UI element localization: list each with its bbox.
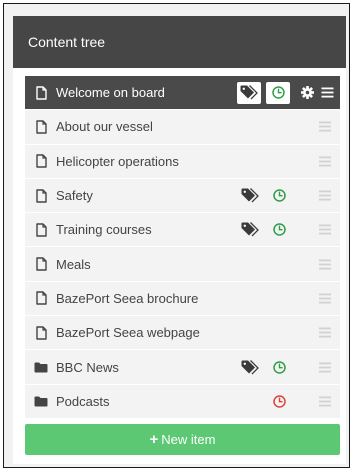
drag-handle-icon[interactable] xyxy=(318,190,332,202)
page-icon xyxy=(34,153,48,169)
page-icon xyxy=(34,188,48,204)
tree-item[interactable]: Helicopter operations xyxy=(25,144,340,179)
drag-handle-icon[interactable] xyxy=(318,258,332,270)
new-item-label: New item xyxy=(161,432,216,447)
drag-handle-icon[interactable] xyxy=(318,292,332,304)
page-icon xyxy=(34,325,48,341)
drag-handle-icon[interactable] xyxy=(318,121,332,133)
tree-item-label: Welcome on board xyxy=(56,85,165,101)
tree-item[interactable]: Meals xyxy=(25,247,340,282)
menu-icon[interactable] xyxy=(320,87,334,99)
page-icon xyxy=(34,222,48,238)
tree-item-label: Podcasts xyxy=(56,393,110,409)
tree-item-label: BazePort Seea webpage xyxy=(56,325,200,341)
drag-handle-icon[interactable] xyxy=(318,361,332,373)
drag-handle-icon[interactable] xyxy=(318,155,332,167)
drag-handle-icon[interactable] xyxy=(318,395,332,407)
tag-icon[interactable] xyxy=(240,221,260,239)
tree-item-label: About our vessel xyxy=(56,119,153,135)
tree-item-selected[interactable]: Welcome on board xyxy=(25,76,340,111)
tree-item[interactable]: BazePort Seea webpage xyxy=(25,316,340,351)
tree-item-label: Safety xyxy=(56,188,93,204)
tree-item-label: Meals xyxy=(56,256,91,272)
page-icon xyxy=(34,290,48,306)
plus-icon: + xyxy=(149,431,159,448)
page-icon xyxy=(34,85,48,101)
clock-icon[interactable] xyxy=(270,358,288,376)
content-tree-header: Content tree xyxy=(13,16,346,68)
tree-item-label: Training courses xyxy=(56,222,152,238)
tree-item[interactable]: Podcasts xyxy=(25,384,340,419)
clock-icon[interactable] xyxy=(270,187,288,205)
page-icon xyxy=(34,256,48,272)
tree-item[interactable]: BazePort Seea brochure xyxy=(25,281,340,317)
tree-item[interactable]: Safety xyxy=(25,178,340,214)
tree-item[interactable]: Training courses xyxy=(25,213,340,248)
folder-icon xyxy=(34,393,48,409)
tree-item-label: BazePort Seea brochure xyxy=(56,290,199,306)
page-icon xyxy=(34,119,48,135)
content-tree-panel: Welcome on board About our vessel Helicopt… xyxy=(13,68,346,464)
folder-icon xyxy=(34,359,48,375)
tag-icon[interactable] xyxy=(237,81,261,104)
drag-handle-icon[interactable] xyxy=(318,327,332,339)
drag-handle-icon[interactable] xyxy=(318,224,332,236)
tree-item[interactable]: About our vessel xyxy=(25,110,340,145)
clock-icon[interactable] xyxy=(270,392,288,410)
tree-item-label: BBC News xyxy=(56,359,119,375)
clock-icon[interactable] xyxy=(266,81,290,104)
tree-list: Welcome on board About our vessel Helicopt… xyxy=(25,76,340,419)
clock-icon[interactable] xyxy=(270,221,288,239)
new-item-button[interactable]: + New item xyxy=(25,424,340,455)
tag-icon[interactable] xyxy=(240,187,260,205)
tag-icon[interactable] xyxy=(240,358,260,376)
tree-item[interactable]: BBC News xyxy=(25,350,340,385)
tree-item-label: Helicopter operations xyxy=(56,153,179,169)
header-title: Content tree xyxy=(28,34,106,50)
gear-icon[interactable] xyxy=(300,86,314,100)
